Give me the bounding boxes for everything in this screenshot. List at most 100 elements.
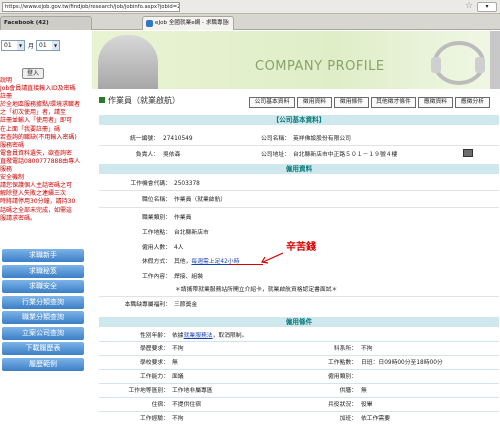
company-banner: COMPANY PROFILE [92, 31, 500, 89]
apply-info-button[interactable]: 應徵資料 [418, 97, 453, 108]
content-label: 工作內容： [142, 274, 171, 280]
category-label: 職業類別： [142, 215, 171, 221]
note-line: 服務 [0, 166, 13, 174]
date-selector: 01 ▼ 月 01 ▼ [0, 40, 86, 52]
note-line: 電會員資料遺失，欲查詢密 [0, 149, 73, 157]
menu-company-search[interactable]: 立案公司查詢 [2, 326, 84, 340]
menu-newbie[interactable]: 求職新手 [2, 249, 84, 262]
employment-law-link[interactable]: 就業服務法 [184, 333, 213, 339]
location-value: 台北縣新店市 [174, 230, 209, 236]
area-value: 工作地非屬專區 [172, 388, 213, 394]
company-info-button[interactable]: 公司基本資料 [249, 97, 295, 108]
job-title: 作業員（就業啟航） [99, 95, 180, 106]
note-line: 時將請停用30分鐘，請持30 [0, 198, 76, 206]
menu-resume-sample[interactable]: 履歷範例 [2, 357, 84, 371]
gender-prefix: 依據 [172, 333, 184, 339]
title-bullet-icon [99, 97, 105, 103]
divider [99, 355, 499, 356]
menu-industry-search[interactable]: 行業分類查詢 [2, 295, 84, 309]
owner-label: 負責人： [135, 152, 159, 158]
close-icon[interactable]: × [225, 17, 230, 29]
gender-label: 性別年齡： [140, 333, 169, 339]
owner-value: 吳依森 [163, 152, 181, 158]
job-name-label: 職位名稱： [142, 197, 171, 203]
recruit-cond-button[interactable]: 徵用條件 [334, 97, 369, 108]
benefit-value: 三節獎金 [174, 302, 198, 308]
red-arrow-icon [261, 252, 284, 264]
divider [99, 145, 499, 146]
address-label: 公司地址： [261, 152, 290, 158]
experience-value: 不拘 [172, 416, 184, 422]
month-select-value: 01 [4, 42, 12, 49]
note-line: 話碼之全部未完成，如需這 [0, 206, 73, 214]
note-line: Job會員請直接輸入ID及密碼 [0, 85, 76, 93]
ability-value: 面議 [172, 374, 184, 380]
note-line: 服務密碼 [0, 141, 25, 149]
note-line: 在上面「我要註冊」碼 [0, 125, 61, 133]
location-label: 工作地點： [142, 230, 171, 236]
id-label: 統一編號： [130, 136, 159, 142]
note-line: 服請求密碼。 [0, 214, 37, 222]
job-note: ＊請攜帶就業服務站所開立介紹卡，就業啟航資格認定書面試＊ [175, 287, 338, 293]
housing-value: 不提供住宿 [172, 402, 201, 408]
gender-suffix: ，取消限制。 [212, 333, 248, 339]
school-label: 學校要求： [140, 360, 169, 366]
menu-tips[interactable]: 求職秘笈 [2, 264, 84, 278]
count-label: 僱用人數： [142, 245, 171, 251]
hours-value: 日班：日09時00分至18時00分 [361, 360, 443, 366]
divider [99, 369, 499, 370]
red-annotation: 辛苦錢 [286, 242, 316, 253]
address-bar: https://www.ejob.gov.tw/findjob/research… [0, 0, 500, 14]
note-line: 若查詢的職缺(不用輸入密碼) [0, 133, 77, 141]
login-notes: 說明 Job會員請直接輸入ID及密碼 註冊 於全地區服務據點/環境求職者 之「初次使用」… [0, 77, 86, 223]
note-line: 直撥電話0800777888由專人 [0, 157, 81, 165]
hours-label: 工作點數： [328, 360, 357, 366]
job-title-text: 作業員（就業啟航） [108, 96, 180, 105]
day-select[interactable]: 01 ▼ [36, 40, 60, 51]
company-section-header: 【公司基本資料】 [99, 115, 499, 125]
ejob-favicon-icon [146, 20, 153, 27]
overtime-label: 加班： [339, 416, 357, 422]
recruit-info-button[interactable]: 徵用資料 [297, 97, 332, 108]
chevron-down-icon: ▼ [17, 41, 24, 50]
day-select-value: 01 [39, 42, 47, 49]
menu-download-resume[interactable]: 下載履歷表 [2, 342, 84, 355]
dept-value: 不拘 [361, 346, 373, 352]
benefit-label: 本職缺專屬福利： [124, 302, 171, 308]
apply-analysis-button[interactable]: 應徵分析 [455, 97, 490, 108]
tab-ejob[interactable]: eJob 全國就業e網 - 求職專區 × [142, 16, 234, 30]
id-value: 27410549 [163, 136, 193, 142]
divider [99, 383, 499, 384]
menu-icon[interactable]: ▾ [477, 2, 497, 12]
headset-icon [431, 41, 485, 85]
divider [99, 341, 499, 342]
month-label: 月 [28, 43, 35, 50]
chevron-down-icon: ▼ [52, 41, 59, 50]
job-name-value: 作業員（就業啟航） [174, 197, 227, 203]
experience-label: 工作經驗： [140, 416, 169, 422]
area-label: 工作地等區別： [128, 388, 169, 394]
other-cond-button[interactable]: 其他徵才條件 [371, 97, 416, 108]
military-value: 役畢 [361, 402, 373, 408]
school-value: 無 [172, 360, 178, 366]
tab-facebook[interactable]: Facebook (42) [0, 16, 92, 30]
map-icon[interactable] [463, 149, 473, 157]
dept-label: 科系所： [333, 346, 357, 352]
mode-label: 休假方式： [142, 259, 171, 265]
company-name-label: 公司名稱： [261, 136, 290, 142]
overtime-value: 依工作需要 [361, 416, 390, 422]
month-select[interactable]: 01 ▼ [1, 40, 25, 51]
meal-label: 供膳： [339, 388, 357, 394]
divider [99, 190, 499, 191]
sidebar: 01 ▼ 月 01 ▼ 登入 說明 Job會員請直接輸入ID及密碼 註冊 於全地區服務據點… [0, 31, 86, 427]
star-icon[interactable]: ☆ [465, 1, 473, 12]
tab-bar: Facebook (42) eJob 全國就業e網 - 求職專區 × [0, 14, 500, 30]
address-value: 台北縣新店市中正路５０１－１９號４樓 [293, 152, 398, 158]
conditions-section-header: 僱用條件 [99, 317, 499, 327]
category-value: 作業員 [174, 215, 192, 221]
military-label: 兵役狀況： [328, 402, 357, 408]
divider [99, 397, 499, 398]
menu-safety[interactable]: 求職安全 [2, 280, 84, 293]
url-input[interactable]: https://www.ejob.gov.tw/findjob/research… [2, 2, 180, 12]
menu-occupation-search[interactable]: 職業分類查詢 [2, 311, 84, 324]
